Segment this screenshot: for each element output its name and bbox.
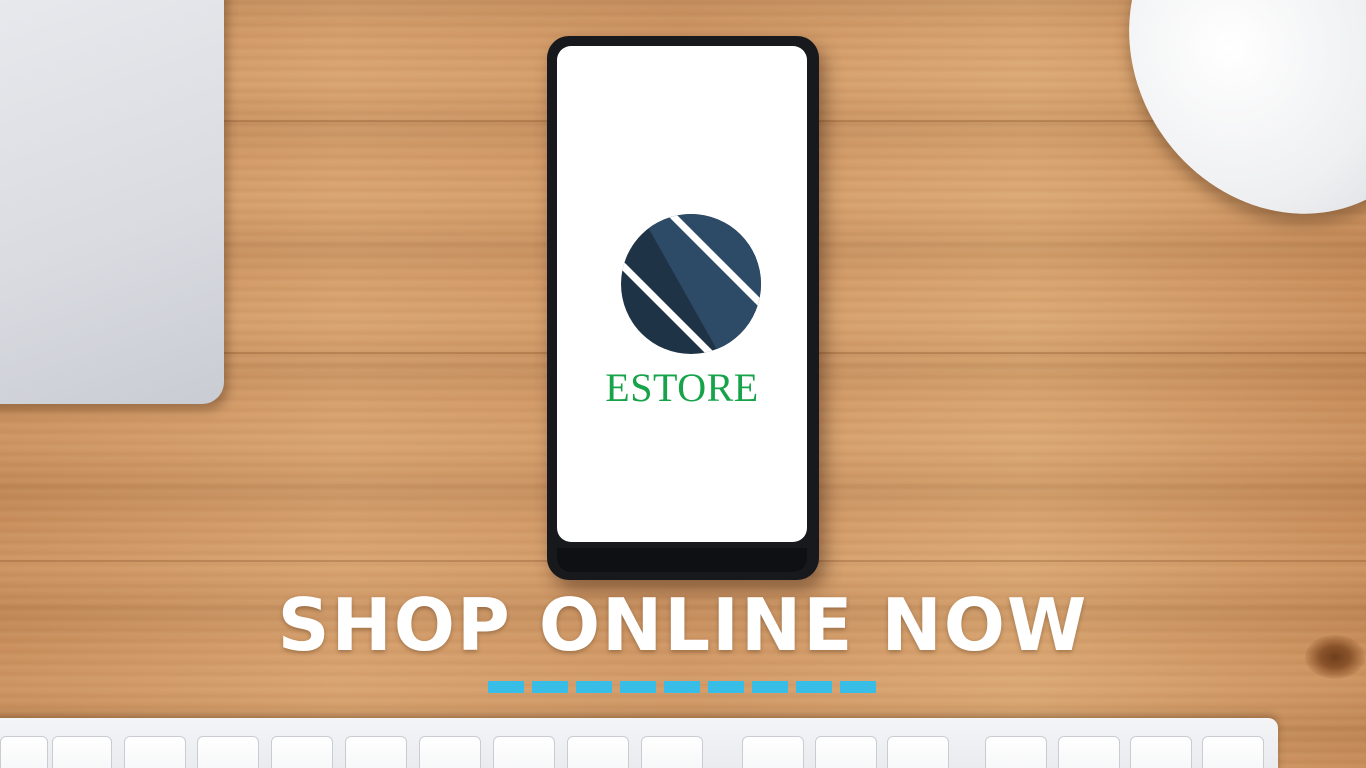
desk-scene: ESTORE SHOP ONLINE NOW (0, 0, 1366, 768)
accent-dash (576, 681, 612, 693)
headline: SHOP ONLINE NOW (277, 583, 1089, 667)
accent-dash (752, 681, 788, 693)
keyboard-key (985, 736, 1047, 768)
keyboard-key (124, 736, 186, 768)
accent-dash (664, 681, 700, 693)
smartphone-icon: ESTORE (547, 36, 819, 580)
accent-dash (840, 681, 876, 693)
laptop-icon (0, 0, 224, 404)
striped-circle-logo-icon (621, 214, 761, 354)
phone-chin (557, 548, 807, 572)
brand-name: ESTORE (605, 365, 759, 410)
accent-dash (532, 681, 568, 693)
keyboard-icon (0, 718, 1278, 768)
keyboard-key (1130, 736, 1192, 768)
keyboard-key (419, 736, 481, 768)
accent-dash (488, 681, 524, 693)
keyboard-key (1202, 736, 1264, 768)
keyboard-key (641, 736, 703, 768)
accent-dash (708, 681, 744, 693)
keyboard-key (0, 736, 48, 768)
phone-screen: ESTORE (557, 46, 807, 542)
keyboard-key (493, 736, 555, 768)
keyboard-key (271, 736, 333, 768)
keyboard-key (815, 736, 877, 768)
accent-dash (796, 681, 832, 693)
accent-dash (620, 681, 656, 693)
accent-dashes (488, 681, 878, 693)
keyboard-key (887, 736, 949, 768)
keyboard-key (567, 736, 629, 768)
keyboard-key (1058, 736, 1120, 768)
keyboard-key (52, 736, 112, 768)
keyboard-key (345, 736, 407, 768)
keyboard-key (742, 736, 804, 768)
keyboard-key (197, 736, 259, 768)
mouse-icon (1065, 0, 1366, 276)
